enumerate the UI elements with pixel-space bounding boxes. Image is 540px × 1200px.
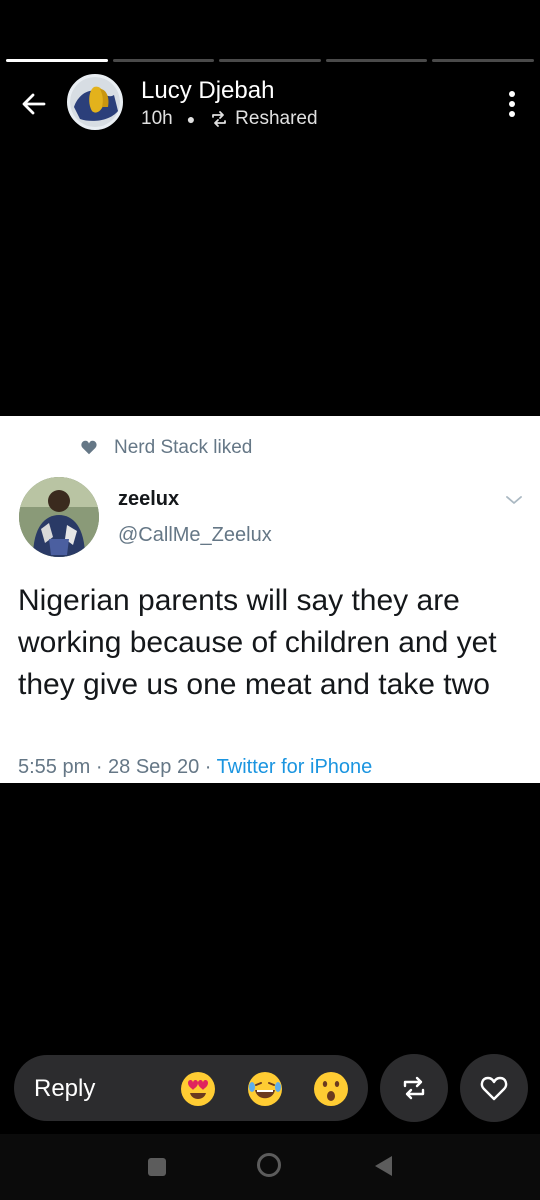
back-triangle-icon[interactable] (372, 1154, 394, 1178)
story-time: 10h (141, 108, 173, 129)
progress-segment (112, 59, 215, 62)
progress-segment (219, 59, 321, 62)
vertical-dots-icon (509, 91, 515, 97)
author-avatar[interactable] (67, 74, 123, 130)
system-navigation-bar (0, 1134, 540, 1200)
reshared-label: Reshared (235, 108, 318, 129)
story-meta: 10h ● Reshared (141, 108, 318, 130)
tweet-author-handle: @CallMe_Zeelux (118, 524, 272, 546)
shared-tweet-card: Nerd Stack liked zeelux @CallMe_Zeelux N… (0, 416, 540, 783)
heart-icon (81, 440, 97, 455)
reshare-icon (403, 1076, 425, 1100)
tweet-author-name: zeelux (118, 488, 180, 510)
tweet-author-avatar (19, 477, 99, 557)
liked-by-row: Nerd Stack liked (80, 437, 252, 459)
recent-apps-icon[interactable] (148, 1158, 166, 1176)
more-options-button[interactable] (502, 86, 522, 122)
liked-by-text: Nerd Stack liked (114, 437, 253, 458)
avatar-image (70, 77, 120, 127)
avatar-image (19, 477, 99, 557)
heart-eyes-emoji-icon[interactable] (180, 1071, 216, 1107)
story-progress-bar (6, 59, 534, 62)
reply-input-label[interactable]: Reply (34, 1075, 95, 1103)
laughing-tears-emoji-icon[interactable] (247, 1071, 283, 1107)
progress-segment (432, 59, 534, 62)
separator-dot: ● (186, 111, 196, 127)
progress-segment (325, 59, 428, 62)
reshare-button[interactable] (380, 1054, 448, 1122)
tweet-timestamp: 5:55 pm · 28 Sep 20 · (18, 756, 217, 778)
author-name[interactable]: Lucy Djebah (141, 77, 274, 105)
like-button[interactable] (460, 1054, 528, 1122)
home-circle-icon[interactable] (256, 1152, 282, 1178)
tweet-text: Nigerian parents will say they are worki… (18, 584, 497, 701)
back-button[interactable] (16, 86, 52, 122)
progress-segment (6, 59, 108, 62)
surprised-emoji-icon[interactable] (313, 1071, 349, 1107)
tweet-footer: 5:55 pm · 28 Sep 20 · Twitter for iPhone (18, 756, 372, 779)
arrow-left-icon (22, 93, 46, 115)
reshare-icon (212, 111, 227, 127)
chevron-down-icon (506, 496, 522, 504)
reply-bar[interactable]: Reply (14, 1055, 368, 1121)
tweet-source: Twitter for iPhone (216, 756, 373, 778)
heart-outline-icon (480, 1076, 508, 1101)
